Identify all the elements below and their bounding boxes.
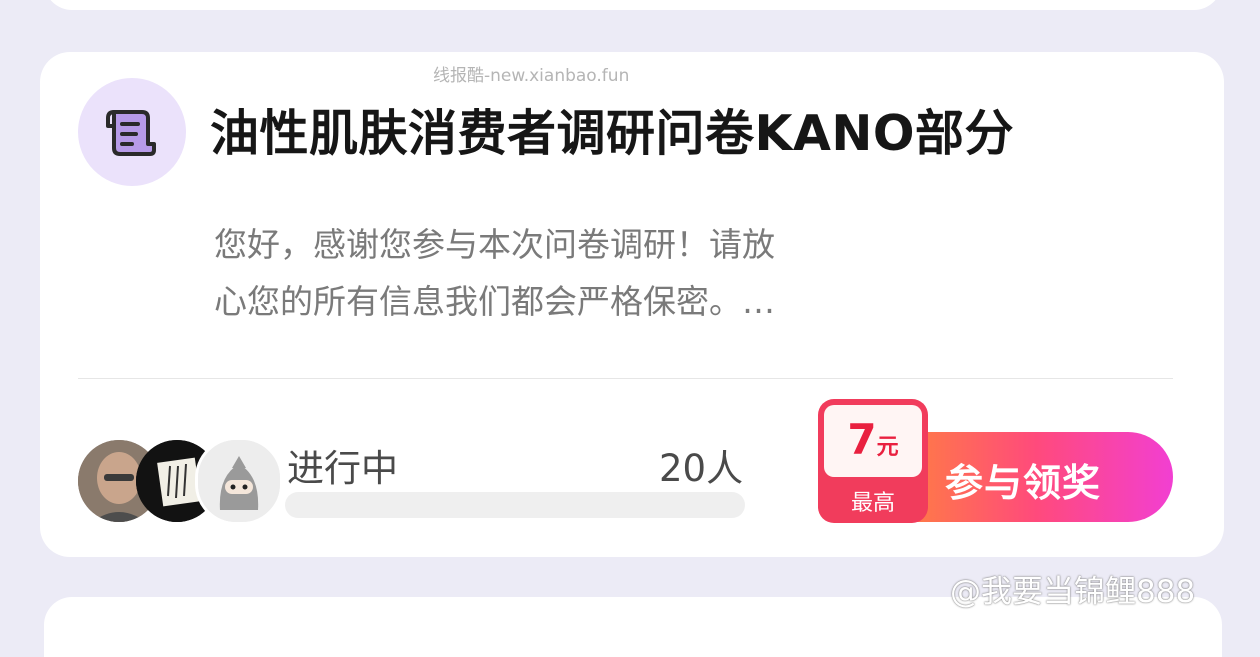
description-line-1: 您好，感谢您参与本次问卷调研！请放: [214, 225, 775, 264]
reward-label: 最高: [850, 491, 895, 516]
card-divider: [78, 378, 1173, 379]
reward-unit: 元: [876, 435, 899, 460]
ninja-avatar-icon: [198, 440, 280, 522]
survey-status: 进行中: [287, 447, 398, 490]
description-line-2: 心您的所有信息我们都会严格保密。…: [214, 282, 775, 321]
survey-title[interactable]: 油性肌肤消费者调研问卷KANO部分: [210, 94, 1014, 165]
previous-card: [44, 0, 1222, 10]
progress-bar: [285, 492, 745, 518]
survey-description: 您好，感谢您参与本次问卷调研！请放 心您的所有信息我们都会严格保密。…: [214, 216, 854, 330]
reward-badge: 7元 最高: [818, 399, 928, 523]
reward-number: 7: [847, 415, 877, 464]
reward-amount: 7元: [824, 415, 922, 464]
weibo-watermark: @我要当锦鲤888: [950, 574, 1196, 610]
survey-icon-badge: [78, 78, 186, 186]
site-watermark: 线报酷-new.xianbao.fun: [433, 66, 630, 86]
scroll-document-icon: [106, 110, 156, 156]
participant-count: 20人: [659, 447, 744, 490]
join-button-label[interactable]: 参与领奖: [945, 452, 1101, 507]
participant-avatar: [195, 437, 283, 525]
reward-amount-box: 7元: [824, 405, 922, 477]
